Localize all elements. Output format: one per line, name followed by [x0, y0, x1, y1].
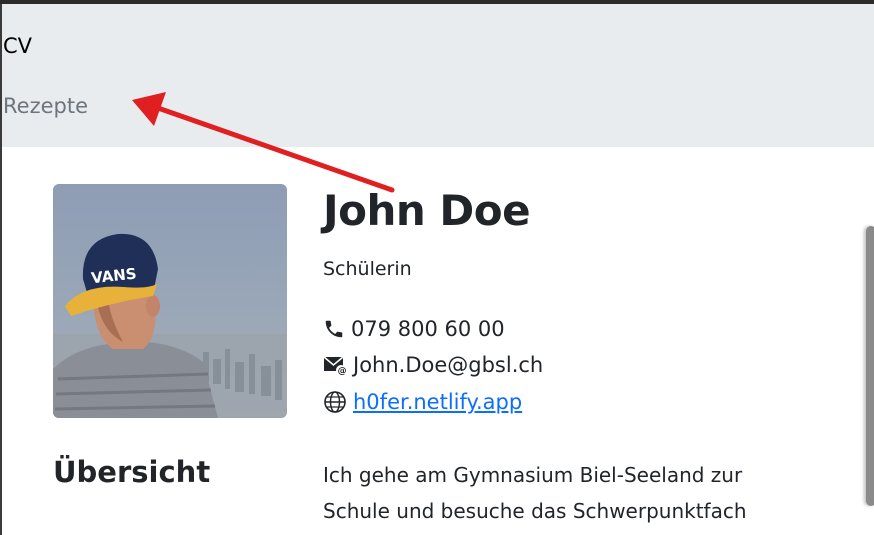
email-address: John.Doe@gbsl.ch [353, 353, 544, 377]
profile-role: Schülerin [323, 258, 412, 280]
nav-link-rezepte[interactable]: Rezepte [3, 94, 88, 118]
overview-text: Ich gehe am Gymnasium Biel-Seeland zur S… [323, 463, 747, 523]
contact-email: @ John.Doe@gbsl.ch [323, 352, 543, 378]
phone-icon [325, 320, 343, 338]
globe-icon [324, 391, 346, 413]
nav-link-cv[interactable]: CV [3, 34, 32, 58]
svg-text:@: @ [338, 367, 347, 377]
scrollbar-thumb[interactable] [866, 226, 874, 506]
profile-photo: VANS [53, 184, 287, 418]
website-link[interactable]: h0fer.netlify.app [353, 390, 522, 414]
profile-name: John Doe [323, 186, 531, 235]
phone-number: 079 800 60 00 [351, 317, 505, 341]
overview-title: Übersicht [53, 455, 211, 489]
contact-website: h0fer.netlify.app [323, 389, 522, 415]
contact-phone: 079 800 60 00 [323, 316, 505, 342]
top-navbar: CV Rezepte [2, 4, 874, 147]
mail-icon: @ [323, 356, 347, 377]
